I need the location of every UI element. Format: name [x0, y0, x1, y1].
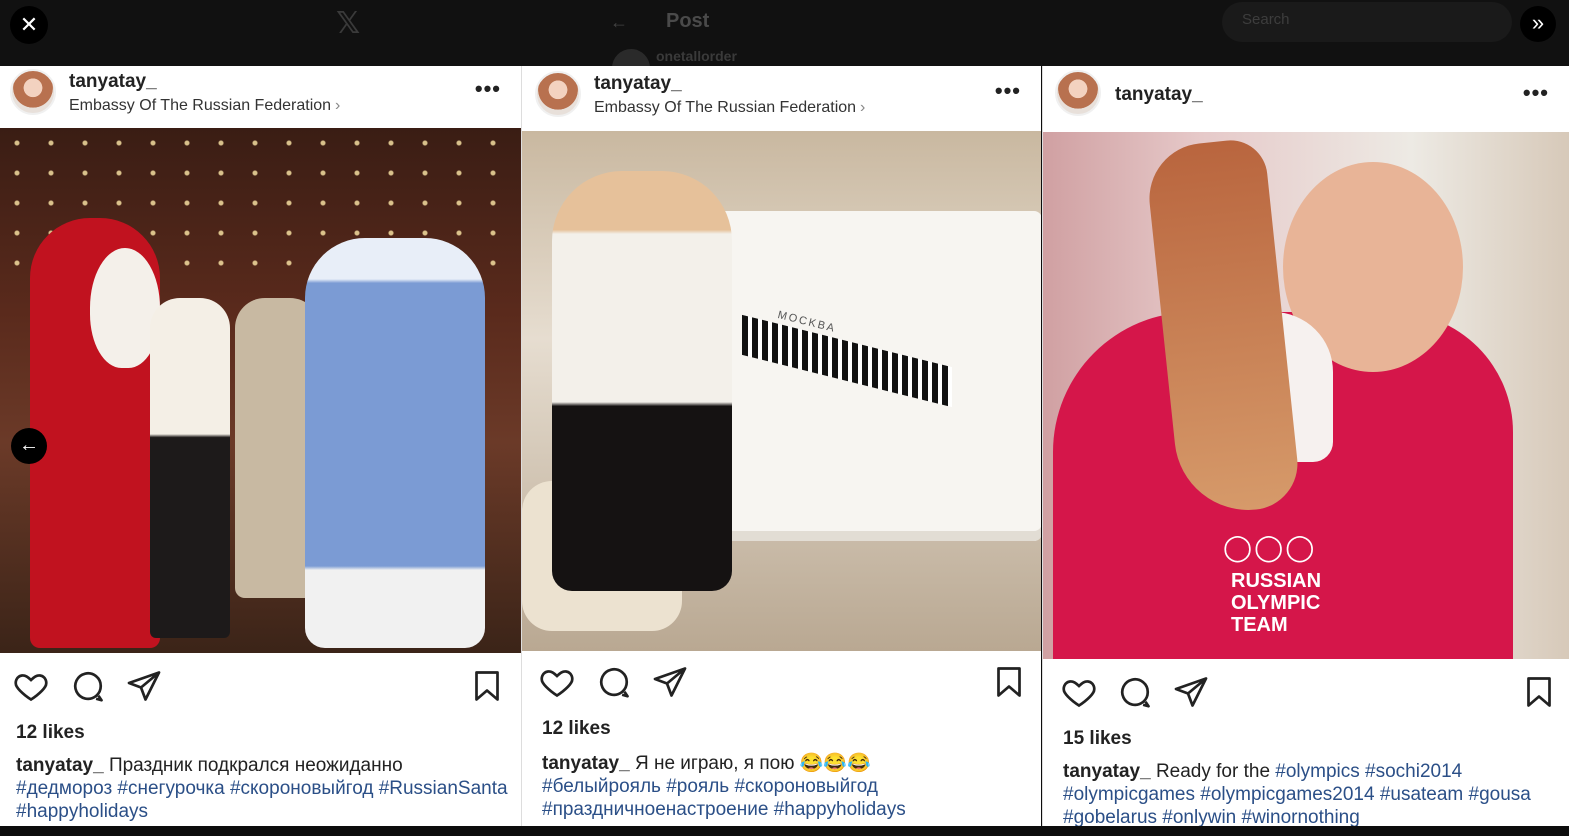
post-caption: tanyatay_ Я не играю, я пою 😂😂😂 #белыйро… [542, 752, 1031, 821]
caption-text: Ready for the [1150, 761, 1276, 782]
search-input[interactable]: Search [1222, 2, 1512, 42]
heart-icon[interactable] [539, 664, 575, 700]
instagram-post-2: tanyatay_ Embassy Of The Russian Federat… [521, 66, 1041, 826]
post-header: tanyatay_ ••• [1043, 66, 1569, 128]
previous-arrow-icon[interactable]: ← [11, 428, 47, 464]
chevron-right-icon: › [860, 99, 866, 116]
woman-white-top [150, 298, 230, 638]
avatar[interactable] [10, 69, 56, 115]
likes-count[interactable]: 12 likes [16, 722, 85, 744]
location[interactable]: Embassy Of The Russian Federation › [69, 97, 340, 115]
caption-hashtags[interactable]: #белыйрояль #рояль #скороновыйгод #празд… [542, 775, 1031, 821]
caption-text: Я не играю, я пою 😂😂😂 [629, 753, 871, 774]
share-icon[interactable] [652, 664, 688, 700]
username[interactable]: tanyatay_ [69, 71, 157, 93]
more-icon[interactable]: ••• [995, 78, 1021, 104]
post-photo: ◯◯◯ RUSSIAN OLYMPIC TEAM [1043, 132, 1569, 659]
expand-icon[interactable]: » [1520, 6, 1556, 42]
caption-username[interactable]: tanyatay_ [542, 753, 630, 774]
comment-icon[interactable] [1117, 674, 1153, 710]
action-bar [522, 664, 1041, 704]
hoodie-line: TEAM [1231, 614, 1288, 636]
bookmark-icon[interactable] [1521, 674, 1557, 710]
likes-count[interactable]: 12 likes [542, 718, 611, 740]
comment-icon[interactable] [70, 668, 106, 704]
chevron-right-icon: › [335, 97, 341, 114]
hoodie-line: RUSSIAN [1231, 570, 1322, 592]
caption-username[interactable]: tanyatay_ [16, 755, 104, 776]
caption-hashtags[interactable]: #дедмороз #снегурочка #скороновыйгод #Ru… [16, 777, 511, 823]
post-caption: tanyatay_ Ready for the #olympics #sochi… [1063, 760, 1559, 826]
bookmark-icon[interactable] [991, 664, 1027, 700]
x-logo: 𝕏 [336, 6, 361, 41]
location[interactable]: Embassy Of The Russian Federation › [594, 99, 865, 117]
caption-text: Праздник подкрался неожиданно [103, 755, 403, 776]
page-title: Post [666, 10, 710, 32]
post-header: tanyatay_ Embassy Of The Russian Federat… [0, 66, 521, 128]
instagram-post-1: tanyatay_ Embassy Of The Russian Federat… [0, 66, 521, 826]
back-arrow-icon[interactable]: ← [610, 12, 628, 33]
heart-icon[interactable] [1061, 674, 1097, 710]
instagram-post-3: tanyatay_ ••• ◯◯◯ RUSSIAN OLYMPIC TEAM 1… [1042, 66, 1569, 826]
location-label: Embassy Of The Russian Federation [69, 97, 332, 114]
bookmark-icon[interactable] [469, 668, 505, 704]
woman-at-piano [552, 171, 732, 591]
close-icon[interactable]: ✕ [10, 6, 48, 44]
bottom-bar [0, 826, 1569, 836]
likes-count[interactable]: 15 likes [1063, 728, 1132, 750]
heart-icon[interactable] [13, 668, 49, 704]
action-bar [1043, 674, 1569, 714]
hoodie-print: RUSSIAN OLYMPIC TEAM [1231, 570, 1321, 636]
share-icon[interactable] [126, 668, 162, 704]
comment-icon[interactable] [596, 664, 632, 700]
username[interactable]: tanyatay_ [1115, 84, 1203, 106]
avatar[interactable] [1055, 70, 1101, 116]
more-icon[interactable]: ••• [475, 76, 501, 102]
post-header: tanyatay_ Embassy Of The Russian Federat… [522, 66, 1041, 128]
action-bar [0, 668, 521, 708]
location-label: Embassy Of The Russian Federation [594, 99, 857, 116]
hoodie-line: OLYMPIC [1231, 592, 1321, 614]
post-author: onetallorder [656, 48, 737, 64]
share-icon[interactable] [1173, 674, 1209, 710]
avatar[interactable] [535, 71, 581, 117]
username[interactable]: tanyatay_ [594, 73, 682, 95]
olympic-rings-icon: ◯◯◯ [1223, 532, 1317, 562]
more-icon[interactable]: ••• [1523, 80, 1549, 106]
caption-username[interactable]: tanyatay_ [1063, 761, 1151, 782]
snow-maiden-figure [305, 238, 485, 648]
post-caption: tanyatay_ Праздник подкрался неожиданно … [16, 754, 511, 823]
post-photo: MOCKBA [522, 131, 1041, 651]
post-photo [0, 128, 521, 653]
